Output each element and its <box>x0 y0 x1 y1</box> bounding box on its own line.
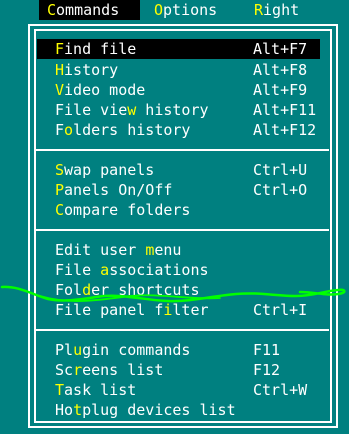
menu-item-edit-user-menu[interactable]: Edit user menu <box>37 240 320 260</box>
menu-item-label: Compare folders <box>55 201 191 219</box>
menubar-item-right[interactable]: Right <box>254 0 299 20</box>
menu-item-swap-panels[interactable]: Swap panels Ctrl+U <box>37 160 320 180</box>
menu-separator <box>35 329 329 331</box>
menu-item-history[interactable]: History Alt+F8 <box>37 60 320 80</box>
hotkey-letter: O <box>154 1 164 19</box>
menu-item-label: Folder shortcuts <box>55 281 200 299</box>
menubar-label: ptions <box>163 1 218 19</box>
menu-item-shortcut: Alt+F7 <box>253 40 308 58</box>
menubar-item-commands[interactable]: Commands <box>39 0 140 20</box>
menu-item-find-file[interactable]: Find file Alt+F7 <box>37 39 320 59</box>
menu-item-shortcut: Alt+F9 <box>253 81 308 99</box>
menu-item-screens-list[interactable]: Screens list F12 <box>37 360 320 380</box>
menu-item-label: Find file <box>55 40 137 58</box>
menubar-item-options[interactable]: Options <box>154 0 217 20</box>
menu-separator <box>35 149 329 151</box>
menu-item-folder-shortcuts[interactable]: Folder shortcuts <box>37 280 320 300</box>
menu-item-shortcut: Ctrl+I <box>253 301 308 319</box>
menu-item-label: Folders history <box>55 121 191 139</box>
menu-separator <box>35 229 329 231</box>
menu-item-shortcut: F12 <box>253 361 281 379</box>
menu-item-shortcut: Alt+F12 <box>253 121 317 139</box>
menu-item-plugin-commands[interactable]: Plugin commands F11 <box>37 340 320 360</box>
menu-item-file-view-history[interactable]: File view history Alt+F11 <box>37 100 320 120</box>
menu-item-shortcut: Ctrl+O <box>253 181 308 199</box>
menubar-label: ommands <box>56 1 120 19</box>
menu-item-compare-folders[interactable]: Compare folders <box>37 200 320 220</box>
menu-item-label: Screens list <box>55 361 164 379</box>
menu-item-task-list[interactable]: Task list Ctrl+W <box>37 380 320 400</box>
menu-item-folders-history[interactable]: Folders history Alt+F12 <box>37 120 320 140</box>
menu-bar: Commands Options Right <box>0 0 349 20</box>
menu-item-shortcut: Ctrl+W <box>253 381 308 399</box>
menu-item-shortcut: Ctrl+U <box>253 161 308 179</box>
menu-item-label: Hotplug devices list <box>55 401 236 419</box>
menu-item-label: History <box>55 61 119 79</box>
menubar-label: ight <box>263 1 300 19</box>
menu-item-label: Edit user menu <box>55 241 182 259</box>
menu-item-shortcut: F11 <box>253 341 281 359</box>
menu-item-label: Plugin commands <box>55 341 191 359</box>
menu-item-label: File associations <box>55 261 209 279</box>
menu-item-shortcut: Alt+F8 <box>253 61 308 79</box>
menu-item-label: Task list <box>55 381 137 399</box>
menu-item-shortcut: Alt+F11 <box>253 101 317 119</box>
menu-item-file-panel-filter[interactable]: File panel filter Ctrl+I <box>37 300 320 320</box>
menu-item-panels-on-off[interactable]: Panels On/Off Ctrl+O <box>37 180 320 200</box>
hotkey-letter: C <box>47 1 57 19</box>
menu-item-hotplug-devices-list[interactable]: Hotplug devices list <box>37 400 320 420</box>
menu-item-label: Video mode <box>55 81 146 99</box>
hotkey-letter: R <box>254 1 264 19</box>
menu-item-file-associations[interactable]: File associations <box>37 260 320 280</box>
menu-item-label: Swap panels <box>55 161 155 179</box>
menu-item-video-mode[interactable]: Video mode Alt+F9 <box>37 80 320 100</box>
menu-item-label: File panel filter <box>55 301 209 319</box>
menu-item-label: File view history <box>55 101 209 119</box>
menu-item-label: Panels On/Off <box>55 181 173 199</box>
